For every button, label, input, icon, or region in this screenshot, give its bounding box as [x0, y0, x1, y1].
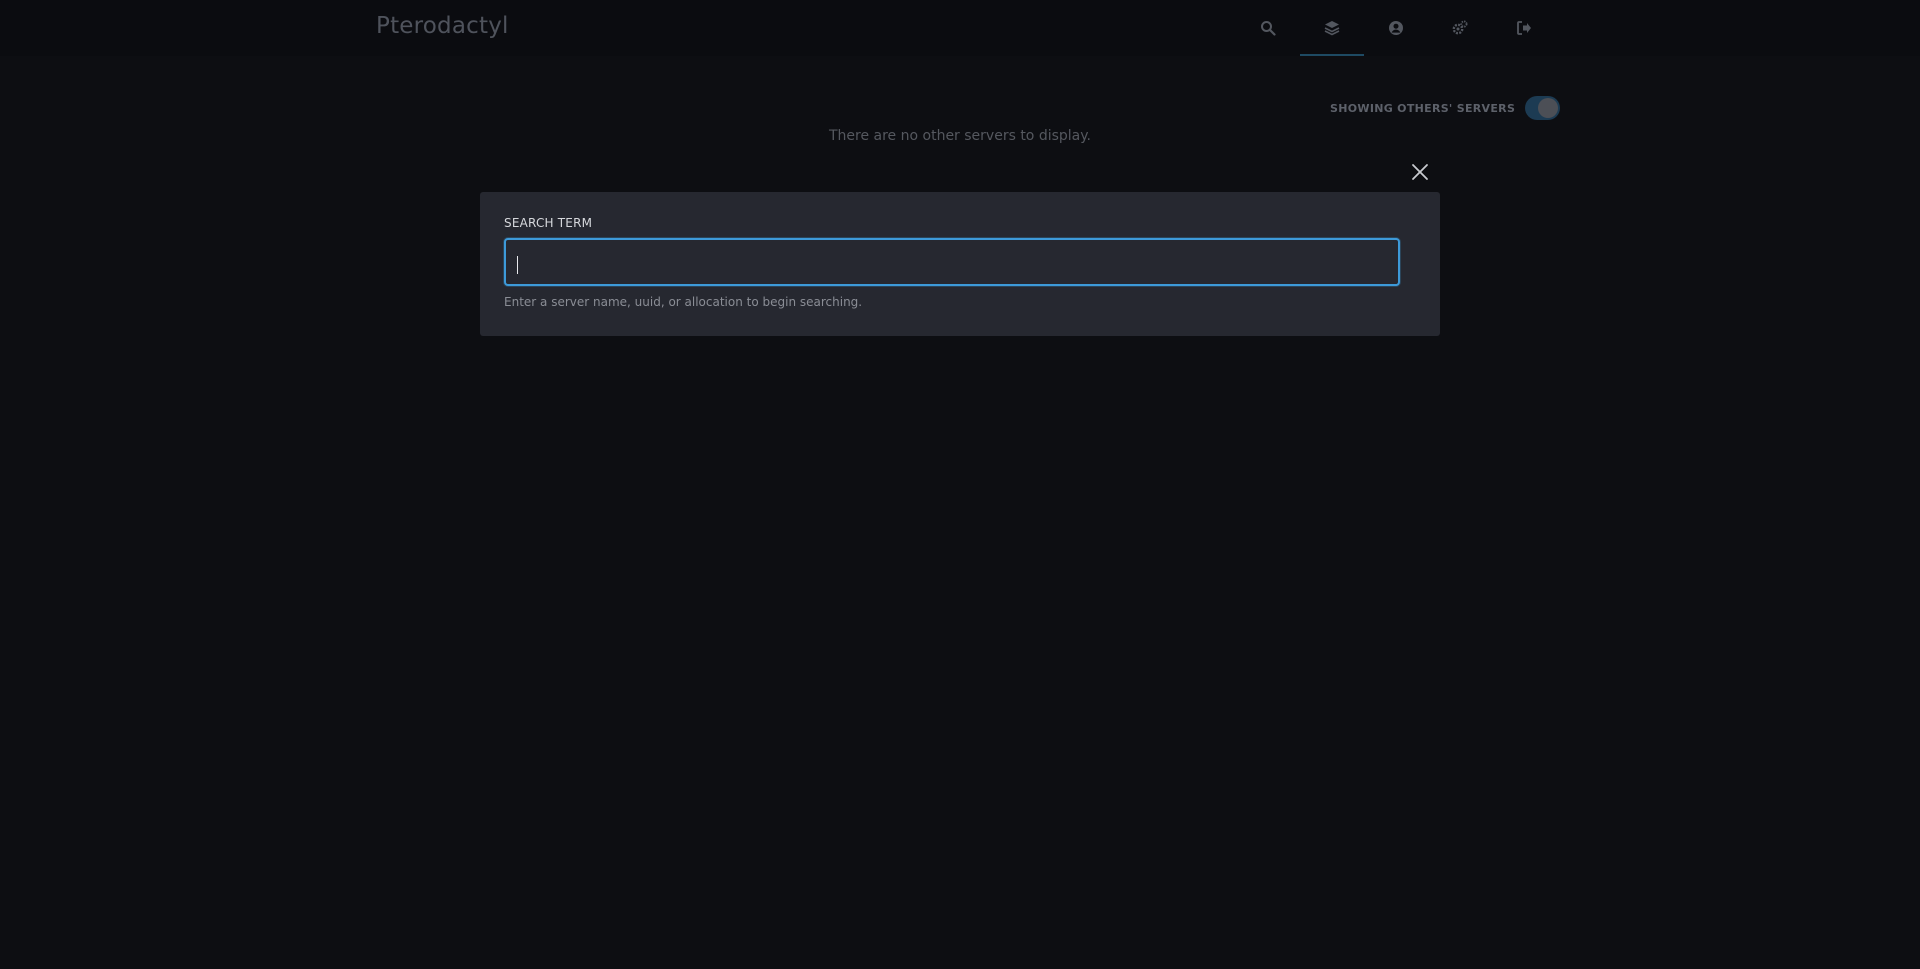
others-servers-toggle-row: SHOWING OTHERS' SERVERS [1330, 96, 1560, 120]
sign-out-icon [1517, 21, 1531, 35]
search-helper-text: Enter a server name, uuid, or allocation… [504, 295, 863, 309]
nav-servers-button[interactable] [1300, 0, 1364, 56]
layers-icon [1324, 21, 1340, 36]
nav-admin-button[interactable] [1428, 0, 1492, 56]
search-input[interactable] [504, 238, 1400, 286]
nav-account-button[interactable] [1364, 0, 1428, 56]
others-servers-toggle[interactable] [1525, 96, 1560, 120]
cogs-icon [1452, 20, 1468, 35]
search-modal: SEARCH TERM Enter a server name, uuid, o… [480, 192, 1440, 336]
text-caret [517, 256, 518, 274]
top-navbar: Pterodactyl [0, 0, 1920, 56]
close-modal-button[interactable] [1408, 160, 1432, 184]
toggle-knob [1538, 98, 1558, 118]
nav-search-button[interactable] [1236, 0, 1300, 56]
search-term-label: SEARCH TERM [504, 216, 593, 230]
toggle-label: SHOWING OTHERS' SERVERS [1330, 101, 1516, 115]
empty-servers-message: There are no other servers to display. [828, 128, 1091, 144]
user-circle-icon [1389, 21, 1403, 35]
nav-icon-bar [1236, 0, 1556, 56]
nav-logout-button[interactable] [1492, 0, 1556, 56]
brand-logo-text[interactable]: Pterodactyl [376, 13, 509, 39]
close-icon [1412, 164, 1428, 180]
search-icon [1261, 21, 1276, 36]
